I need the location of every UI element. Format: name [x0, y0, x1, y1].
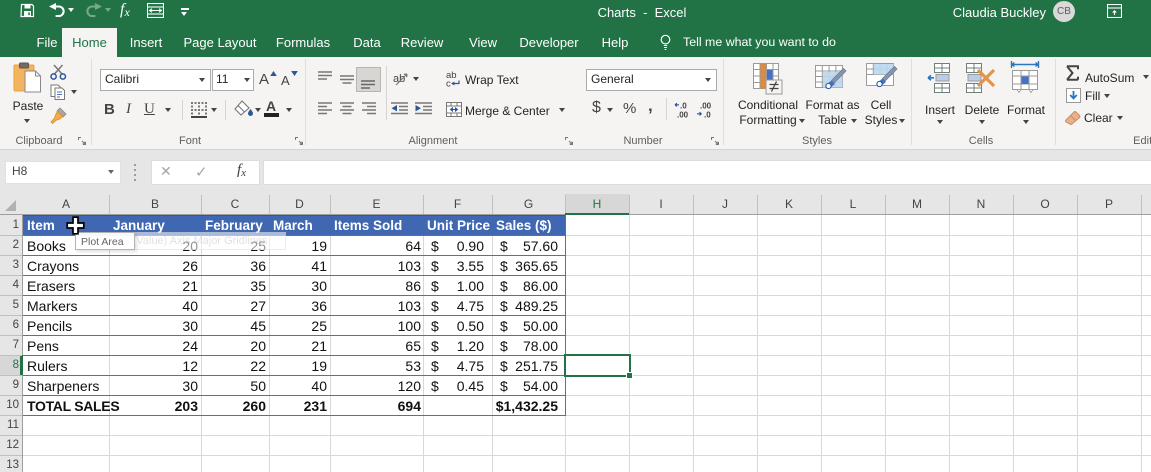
svg-text:ab: ab — [393, 73, 405, 85]
svg-text:.00: .00 — [677, 111, 689, 119]
svg-text:c: c — [446, 79, 451, 88]
svg-text:.00: .00 — [700, 102, 712, 111]
svg-text:.0: .0 — [680, 102, 687, 111]
svg-text:.0: .0 — [704, 111, 711, 119]
